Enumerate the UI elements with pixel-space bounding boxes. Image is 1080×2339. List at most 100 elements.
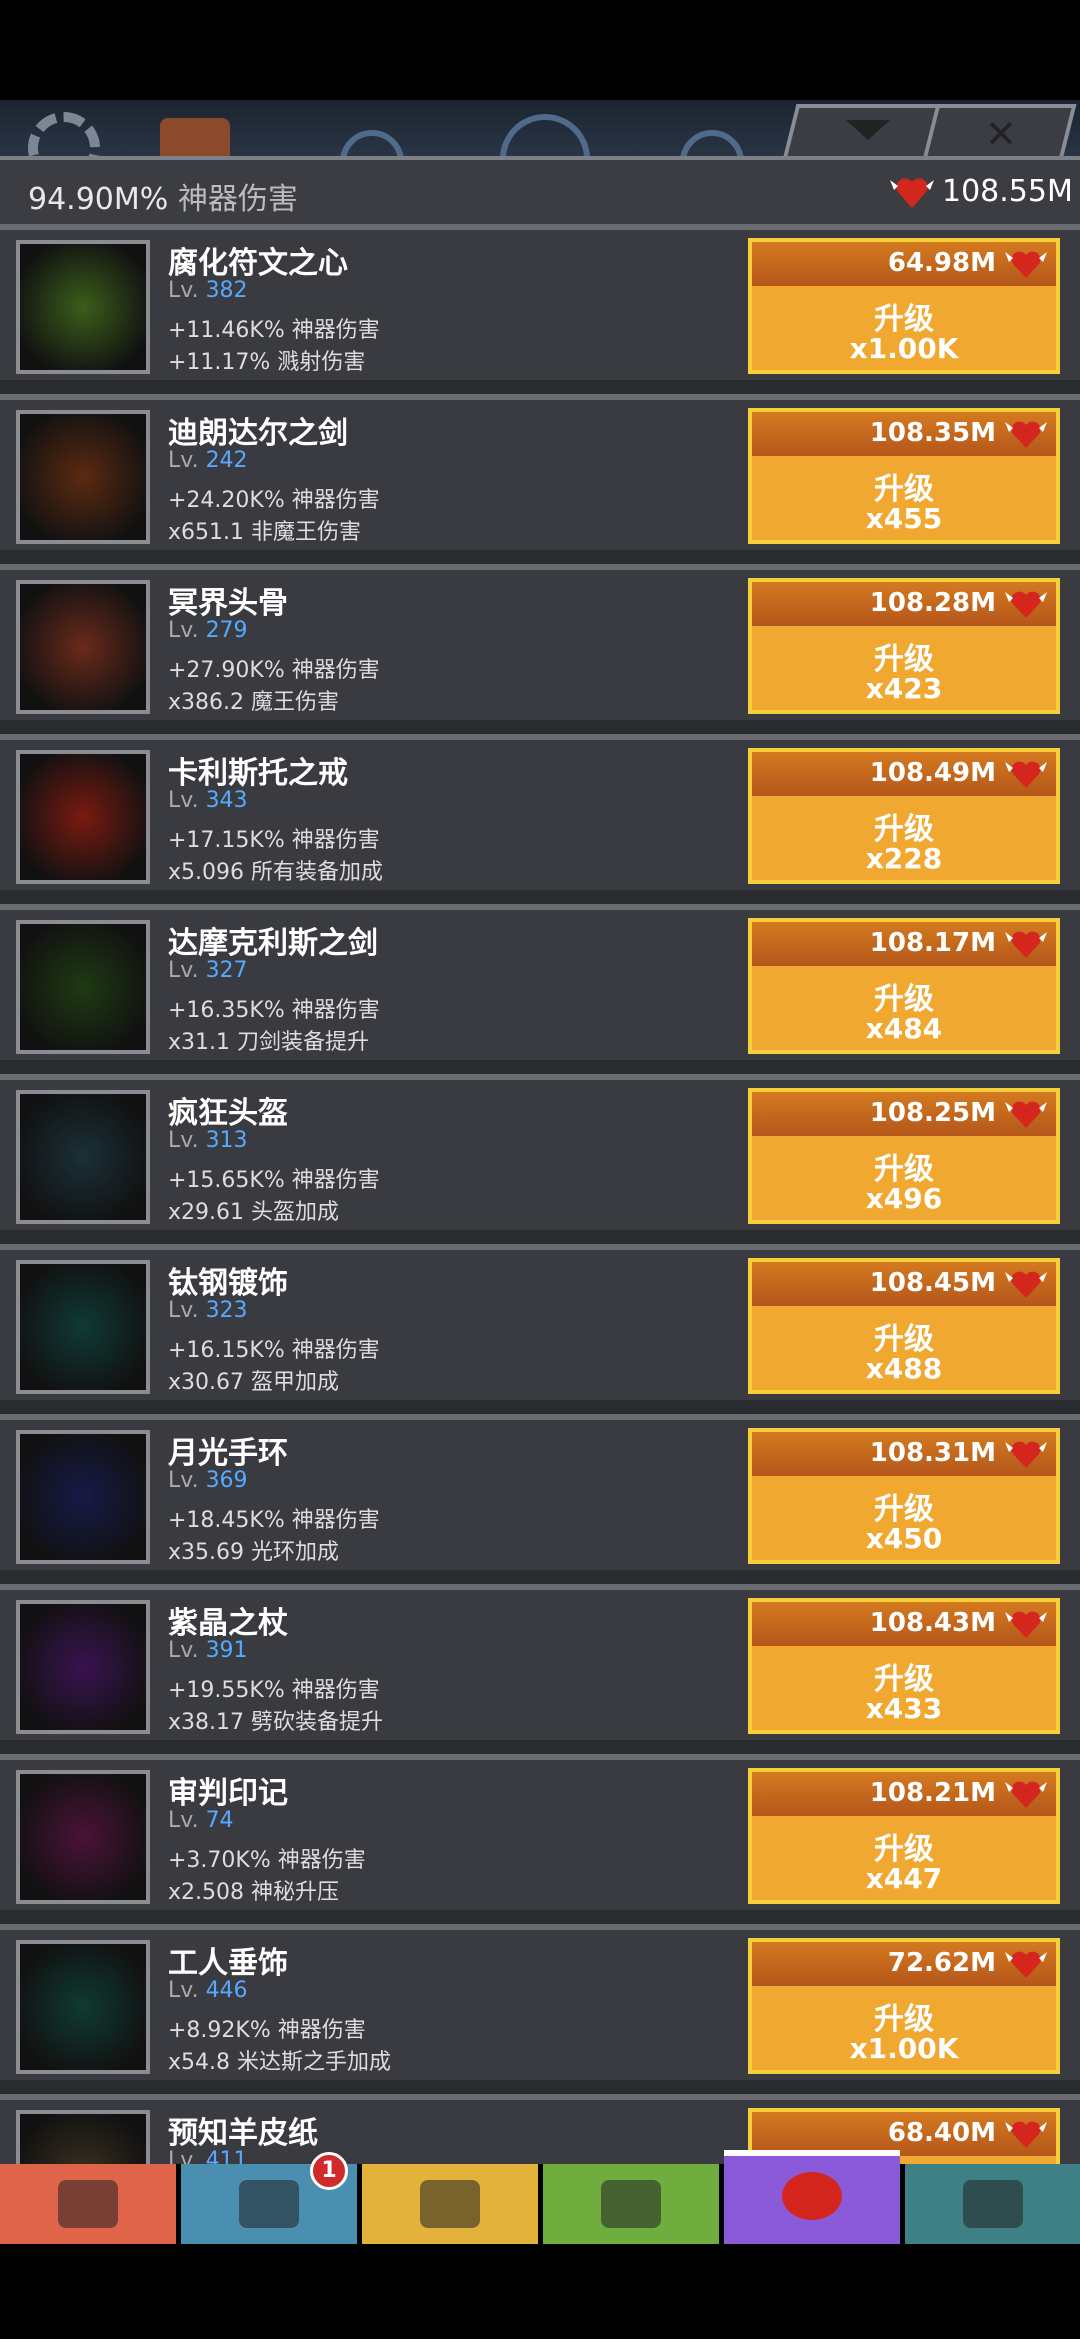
artifact-level: Lv. 242 bbox=[168, 448, 248, 473]
upgrade-button[interactable]: 108.28M 升级 x423 bbox=[748, 578, 1060, 714]
artifact-icon[interactable] bbox=[16, 750, 150, 884]
artifact-row: 工人垂饰 Lv. 446 +8.92K% 神器伤害 x54.8 米达斯之手加成 … bbox=[0, 1924, 1080, 2080]
level-prefix: Lv. bbox=[168, 1978, 199, 2003]
upgrade-button[interactable]: 108.31M 升级 x450 bbox=[748, 1428, 1060, 1564]
upgrade-button[interactable]: 108.45M 升级 x488 bbox=[748, 1258, 1060, 1394]
level-prefix: Lv. bbox=[168, 1298, 199, 1323]
close-tab[interactable]: ✕ bbox=[923, 104, 1077, 156]
artifact-row: 疯狂头盔 Lv. 313 +15.65K% 神器伤害 x29.61 头盔加成 1… bbox=[0, 1074, 1080, 1230]
artifact-row: 预知羊皮纸 Lv. 411 68.40M bbox=[0, 2094, 1080, 2164]
artifact-icon[interactable] bbox=[16, 1770, 150, 1904]
upgrade-button[interactable]: 108.49M 升级 x228 bbox=[748, 748, 1060, 884]
artifact-row: 钛钢镀饰 Lv. 323 +16.15K% 神器伤害 x30.67 盔甲加成 1… bbox=[0, 1244, 1080, 1400]
upgrade-button[interactable]: 108.25M 升级 x496 bbox=[748, 1088, 1060, 1224]
artifact-name: 审判印记 bbox=[168, 1776, 288, 1811]
level-value: 74 bbox=[205, 1808, 234, 1833]
artifact-level: Lv. 323 bbox=[168, 1298, 248, 1323]
upgrade-button[interactable]: 108.35M 升级 x455 bbox=[748, 408, 1060, 544]
upgrade-cost: 108.31M bbox=[869, 1438, 996, 1468]
artifact-row: 达摩克利斯之剑 Lv. 327 +16.35K% 神器伤害 x31.1 刀剑装备… bbox=[0, 904, 1080, 1060]
upgrade-cost: 108.45M bbox=[869, 1268, 996, 1298]
artifact-row: 冥界头骨 Lv. 279 +27.90K% 神器伤害 x386.2 魔王伤害 1… bbox=[0, 564, 1080, 720]
artifact-icon[interactable] bbox=[16, 1090, 150, 1224]
nav-tab[interactable] bbox=[543, 2164, 719, 2244]
nav-tab[interactable] bbox=[724, 2150, 900, 2244]
upgrade-price-bar: 108.31M bbox=[752, 1432, 1056, 1476]
artifact-stat-secondary: x651.1 非魔王伤害 bbox=[168, 520, 361, 545]
artifact-stat-secondary: x38.17 劈砍装备提升 bbox=[168, 1710, 383, 1735]
nav-tab[interactable] bbox=[905, 2164, 1080, 2244]
upgrade-button[interactable]: 64.98M 升级 x1.00K bbox=[748, 238, 1060, 374]
level-value: 323 bbox=[205, 1298, 248, 1323]
artifact-icon[interactable] bbox=[16, 580, 150, 714]
level-prefix: Lv. bbox=[168, 1468, 199, 1493]
artifact-level: Lv. 411 bbox=[168, 2148, 248, 2164]
upgrade-cost: 72.62M bbox=[887, 1948, 996, 1978]
artifact-icon[interactable] bbox=[16, 920, 150, 1054]
dropdown-tab[interactable] bbox=[783, 104, 947, 156]
artifact-stat-primary: +11.46K% 神器伤害 bbox=[168, 318, 380, 343]
notification-badge: 1 bbox=[310, 2152, 348, 2190]
helmet-icon[interactable] bbox=[160, 118, 230, 158]
upgrade-button[interactable]: 108.17M 升级 x484 bbox=[748, 918, 1060, 1054]
upgrade-multiplier: x484 bbox=[865, 1012, 943, 1045]
upgrade-cost: 108.49M bbox=[869, 758, 996, 788]
upgrade-button[interactable]: 72.62M 升级 x1.00K bbox=[748, 1938, 1060, 2074]
artifact-level: Lv. 313 bbox=[168, 1128, 248, 1153]
level-prefix: Lv. bbox=[168, 1808, 199, 1833]
upgrade-multiplier: x228 bbox=[865, 842, 943, 875]
winged-heart-icon bbox=[1005, 761, 1047, 788]
artifact-name: 迪朗达尔之剑 bbox=[168, 416, 348, 451]
upgrade-cost: 108.21M bbox=[869, 1778, 996, 1808]
artifact-level: Lv. 446 bbox=[168, 1978, 248, 2003]
artifact-stat-primary: +3.70K% 神器伤害 bbox=[168, 1848, 366, 1873]
level-prefix: Lv. bbox=[168, 2148, 199, 2164]
artifact-icon[interactable] bbox=[16, 410, 150, 544]
upgrade-cost: 68.40M bbox=[887, 2118, 996, 2148]
orb-icon bbox=[340, 130, 404, 158]
winged-heart-icon bbox=[1005, 421, 1047, 448]
winged-heart-icon bbox=[1005, 1951, 1047, 1978]
artifact-stat-primary: +24.20K% 神器伤害 bbox=[168, 488, 380, 513]
upgrade-price-bar: 64.98M bbox=[752, 242, 1056, 286]
close-icon: ✕ bbox=[985, 112, 1017, 156]
artifact-icon[interactable] bbox=[16, 240, 150, 374]
artifact-icon[interactable] bbox=[16, 2110, 150, 2164]
upgrade-button[interactable]: 108.21M 升级 x447 bbox=[748, 1768, 1060, 1904]
artifact-name: 疯狂头盔 bbox=[168, 1096, 288, 1131]
upgrade-multiplier: x450 bbox=[865, 1522, 943, 1555]
gear-icon[interactable] bbox=[28, 112, 100, 158]
artifact-name: 达摩克利斯之剑 bbox=[168, 926, 378, 961]
level-value: 391 bbox=[205, 1638, 248, 1663]
upgrade-button[interactable]: 108.43M 升级 x433 bbox=[748, 1598, 1060, 1734]
artifact-level: Lv. 391 bbox=[168, 1638, 248, 1663]
artifact-list[interactable]: 腐化符文之心 Lv. 382 +11.46K% 神器伤害 +11.17% 溅射伤… bbox=[0, 224, 1080, 2164]
level-value: 411 bbox=[205, 2148, 248, 2164]
bottom-nav bbox=[0, 2150, 1080, 2244]
upgrade-price-bar: 108.43M bbox=[752, 1602, 1056, 1646]
nav-tab[interactable] bbox=[362, 2164, 538, 2244]
artifact-icon[interactable] bbox=[16, 1940, 150, 2074]
viking-helmet-icon bbox=[239, 2180, 299, 2228]
nav-tab[interactable] bbox=[0, 2164, 176, 2244]
artifact-name: 工人垂饰 bbox=[168, 1946, 288, 1981]
artifact-stat-primary: +8.92K% 神器伤害 bbox=[168, 2018, 366, 2043]
artifact-name: 卡利斯托之戒 bbox=[168, 756, 348, 791]
artifact-row: 审判印记 Lv. 74 +3.70K% 神器伤害 x2.508 神秘升压 108… bbox=[0, 1754, 1080, 1910]
artifact-stat-primary: +15.65K% 神器伤害 bbox=[168, 1168, 380, 1193]
winged-heart-icon bbox=[1005, 2121, 1047, 2148]
artifact-icon[interactable] bbox=[16, 1430, 150, 1564]
artifact-icon[interactable] bbox=[16, 1260, 150, 1394]
artifact-icon[interactable] bbox=[16, 1600, 150, 1734]
upgrade-cost: 64.98M bbox=[887, 248, 996, 278]
artifact-name: 冥界头骨 bbox=[168, 586, 288, 621]
upgrade-multiplier: x447 bbox=[865, 1862, 943, 1895]
artifact-level: Lv. 369 bbox=[168, 1468, 248, 1493]
level-value: 279 bbox=[205, 618, 248, 643]
pet-icon bbox=[601, 2180, 661, 2228]
winged-heart-icon bbox=[1005, 591, 1047, 618]
upgrade-multiplier: x488 bbox=[865, 1352, 943, 1385]
sword-icon bbox=[58, 2180, 118, 2228]
upgrade-price-bar: 108.25M bbox=[752, 1092, 1056, 1136]
artifact-level: Lv. 74 bbox=[168, 1808, 234, 1833]
